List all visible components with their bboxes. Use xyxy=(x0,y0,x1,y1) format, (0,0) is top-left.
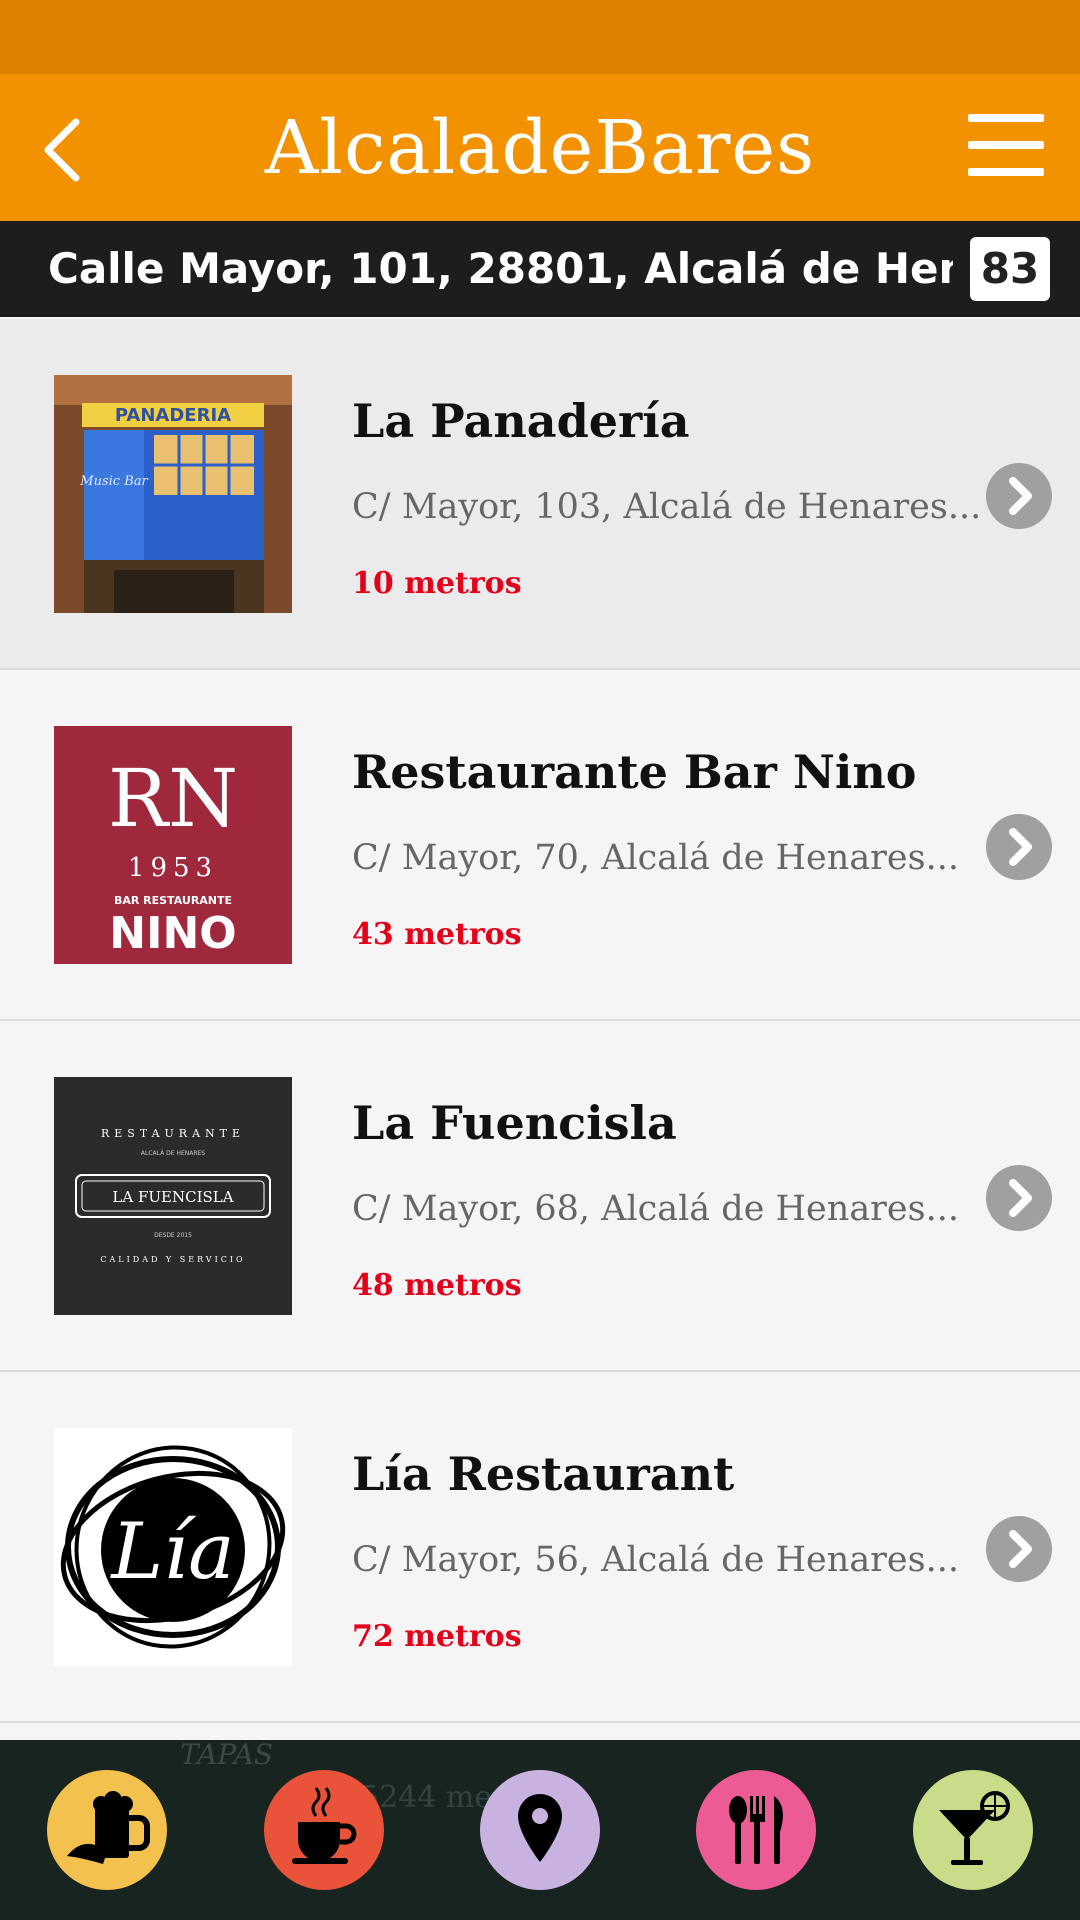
bar-distance: 10 metros xyxy=(352,566,522,601)
hamburger-icon xyxy=(968,114,1044,122)
fuencisla-top: RESTAURANTE xyxy=(101,1127,245,1140)
map-pin-icon xyxy=(518,1794,562,1862)
bar-thumbnail: RN 1953 BAR RESTAURANTE NINO xyxy=(54,726,292,964)
results-count-badge: 83 xyxy=(970,237,1050,301)
bar-address: C/ Mayor, 68, Alcalá de Henares... xyxy=(352,1189,959,1229)
list-item[interactable]: RESTAURANTE ALCALÁ DE HENARES LA FUENCIS… xyxy=(0,1021,1080,1372)
coffee-cup-icon xyxy=(292,1787,357,1864)
status-bar xyxy=(0,0,1080,74)
chevron-right-icon xyxy=(1009,477,1032,515)
bar-thumbnail: Lía xyxy=(54,1428,292,1666)
fuencisla-since: DESDE 2015 xyxy=(154,1232,192,1239)
app-header: AlcaladeBares xyxy=(0,74,1080,221)
open-detail-button[interactable] xyxy=(986,814,1052,880)
fuencisla-city: ALCALÁ DE HENARES xyxy=(141,1150,205,1157)
bar-thumbnail: PANADERIA Music Bar xyxy=(54,375,292,613)
nav-restaurants-button[interactable] xyxy=(696,1770,816,1890)
bar-distance: 48 metros xyxy=(352,1268,522,1303)
cutlery-icon xyxy=(729,1796,783,1864)
list-item[interactable]: PANADERIA Music Bar La Panadería C/ Mayo… xyxy=(0,319,1080,670)
panaderia-sign: PANADERIA xyxy=(115,405,231,426)
lia-logo-text: Lía xyxy=(109,1507,234,1597)
location-bar: Calle Mayor, 101, 28801, Alcalá de Henar… xyxy=(0,221,1080,317)
nino-name: NINO xyxy=(109,908,236,959)
nino-year: 1953 xyxy=(128,853,218,883)
chevron-right-icon xyxy=(1009,1530,1032,1568)
bar-address: C/ Mayor, 70, Alcalá de Henares... xyxy=(352,838,959,878)
current-address: Calle Mayor, 101, 28801, Alcalá de Henar… xyxy=(48,244,953,293)
bar-address: C/ Mayor, 103, Alcalá de Henares... xyxy=(352,487,982,527)
chevron-right-icon xyxy=(1009,1179,1032,1217)
nav-tapas-button[interactable] xyxy=(47,1770,167,1890)
nino-monogram: RN xyxy=(108,752,238,845)
beer-tapas-icon xyxy=(67,1791,150,1864)
bar-name: La Fuencisla xyxy=(352,1096,677,1150)
bottom-nav: TAPAS 5244 me xyxy=(0,1740,1080,1920)
nav-map-button[interactable] xyxy=(480,1770,600,1890)
bar-address: C/ Mayor, 56, Alcalá de Henares... xyxy=(352,1540,959,1580)
bar-distance: 43 metros xyxy=(352,917,522,952)
fuencisla-bottom: CALIDAD Y SERVICIO xyxy=(100,1255,245,1264)
bar-name: Lía Restaurant xyxy=(352,1447,735,1501)
bar-thumbnail: RESTAURANTE ALCALÁ DE HENARES LA FUENCIS… xyxy=(54,1077,292,1315)
panaderia-door-text: Music Bar xyxy=(79,474,148,489)
nino-sub: BAR RESTAURANTE xyxy=(114,894,232,907)
bar-name: La Panadería xyxy=(352,394,690,448)
bar-name: Restaurante Bar Nino xyxy=(352,745,917,799)
partial-item-tag: TAPAS xyxy=(180,1738,274,1771)
nav-coffee-button[interactable] xyxy=(264,1770,384,1890)
app-title: AlcaladeBares xyxy=(264,105,816,191)
open-detail-button[interactable] xyxy=(986,463,1052,529)
fuencisla-name: LA FUENCISLA xyxy=(112,1188,233,1206)
open-detail-button[interactable] xyxy=(986,1516,1052,1582)
open-detail-button[interactable] xyxy=(986,1165,1052,1231)
menu-button[interactable] xyxy=(968,114,1044,176)
chevron-right-icon xyxy=(1009,828,1032,866)
list-item[interactable]: RN 1953 BAR RESTAURANTE NINO Restaurante… xyxy=(0,670,1080,1021)
cocktail-icon xyxy=(939,1791,1010,1865)
nav-cocktails-button[interactable] xyxy=(913,1770,1033,1890)
bar-list: PANADERIA Music Bar La Panadería C/ Mayo… xyxy=(0,319,1080,1723)
bar-distance: 72 metros xyxy=(352,1619,522,1654)
list-item[interactable]: Lía Lía Restaurant C/ Mayor, 56, Alcalá … xyxy=(0,1372,1080,1723)
